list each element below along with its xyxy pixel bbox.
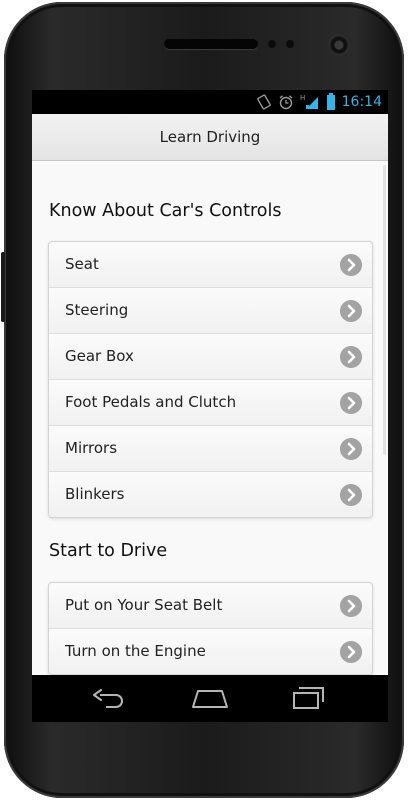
chevron-right-icon bbox=[340, 438, 362, 460]
chevron-right-icon bbox=[340, 595, 362, 617]
list-item-label: Turn on the Engine bbox=[65, 642, 206, 660]
recent-apps-icon[interactable] bbox=[291, 686, 327, 710]
chevron-right-icon bbox=[340, 346, 362, 368]
list-item-seat[interactable]: Seat bbox=[49, 242, 372, 287]
chevron-right-icon bbox=[340, 484, 362, 506]
list-item-foot-pedals[interactable]: Foot Pedals and Clutch bbox=[49, 379, 372, 425]
list-item-mirrors[interactable]: Mirrors bbox=[49, 425, 372, 471]
list-item-label: Foot Pedals and Clutch bbox=[65, 393, 237, 411]
navigation-bar bbox=[32, 675, 388, 722]
section-title-start-to-drive: Start to Drive bbox=[49, 541, 168, 561]
status-time: 16:14 bbox=[341, 93, 382, 110]
content-area[interactable]: Know About Car's Controls Seat Steering … bbox=[32, 161, 388, 675]
section-title-car-controls: Know About Car's Controls bbox=[49, 201, 282, 221]
battery-icon bbox=[326, 93, 335, 110]
list-item-seat-belt[interactable]: Put on Your Seat Belt bbox=[49, 583, 372, 628]
proximity-sensor bbox=[268, 40, 276, 48]
phone-frame: H 16:14 Learn Driving Know About Car's C… bbox=[1, 2, 404, 798]
list-item-label: Seat bbox=[65, 255, 99, 273]
chevron-right-icon bbox=[340, 641, 362, 663]
list-item-steering[interactable]: Steering bbox=[49, 287, 372, 333]
front-camera bbox=[328, 34, 350, 56]
page-title: Learn Driving bbox=[159, 128, 261, 146]
car-controls-list: Seat Steering Gear Box Foot Pedals and C… bbox=[48, 241, 373, 518]
volume-button bbox=[1, 252, 5, 322]
chevron-right-icon bbox=[340, 300, 362, 322]
screen: H 16:14 Learn Driving Know About Car's C… bbox=[32, 90, 388, 722]
screen-rotation-icon bbox=[256, 93, 271, 110]
list-item-label: Gear Box bbox=[65, 347, 134, 365]
list-item-engine[interactable]: Turn on the Engine bbox=[49, 628, 372, 674]
list-item-label: Put on Your Seat Belt bbox=[65, 596, 223, 614]
home-icon[interactable] bbox=[190, 687, 230, 709]
app-header: Learn Driving bbox=[32, 114, 388, 161]
earpiece-speaker bbox=[164, 39, 258, 49]
list-item-label: Mirrors bbox=[65, 439, 118, 457]
start-to-drive-list: Put on Your Seat Belt Turn on the Engine bbox=[48, 582, 373, 675]
list-item-gear-box[interactable]: Gear Box bbox=[49, 333, 372, 379]
hspa-signal-icon: H bbox=[300, 94, 318, 109]
list-item-label: Steering bbox=[65, 301, 129, 319]
network-type-label: H bbox=[300, 94, 305, 102]
chevron-right-icon bbox=[340, 254, 362, 276]
scrollbar[interactable] bbox=[383, 165, 386, 455]
list-item-label: Blinkers bbox=[65, 485, 125, 503]
back-icon[interactable] bbox=[92, 687, 128, 709]
chevron-right-icon bbox=[340, 392, 362, 414]
alarm-icon bbox=[279, 94, 293, 109]
list-item-blinkers[interactable]: Blinkers bbox=[49, 471, 372, 517]
status-bar: H 16:14 bbox=[32, 90, 388, 114]
light-sensor bbox=[286, 40, 294, 48]
